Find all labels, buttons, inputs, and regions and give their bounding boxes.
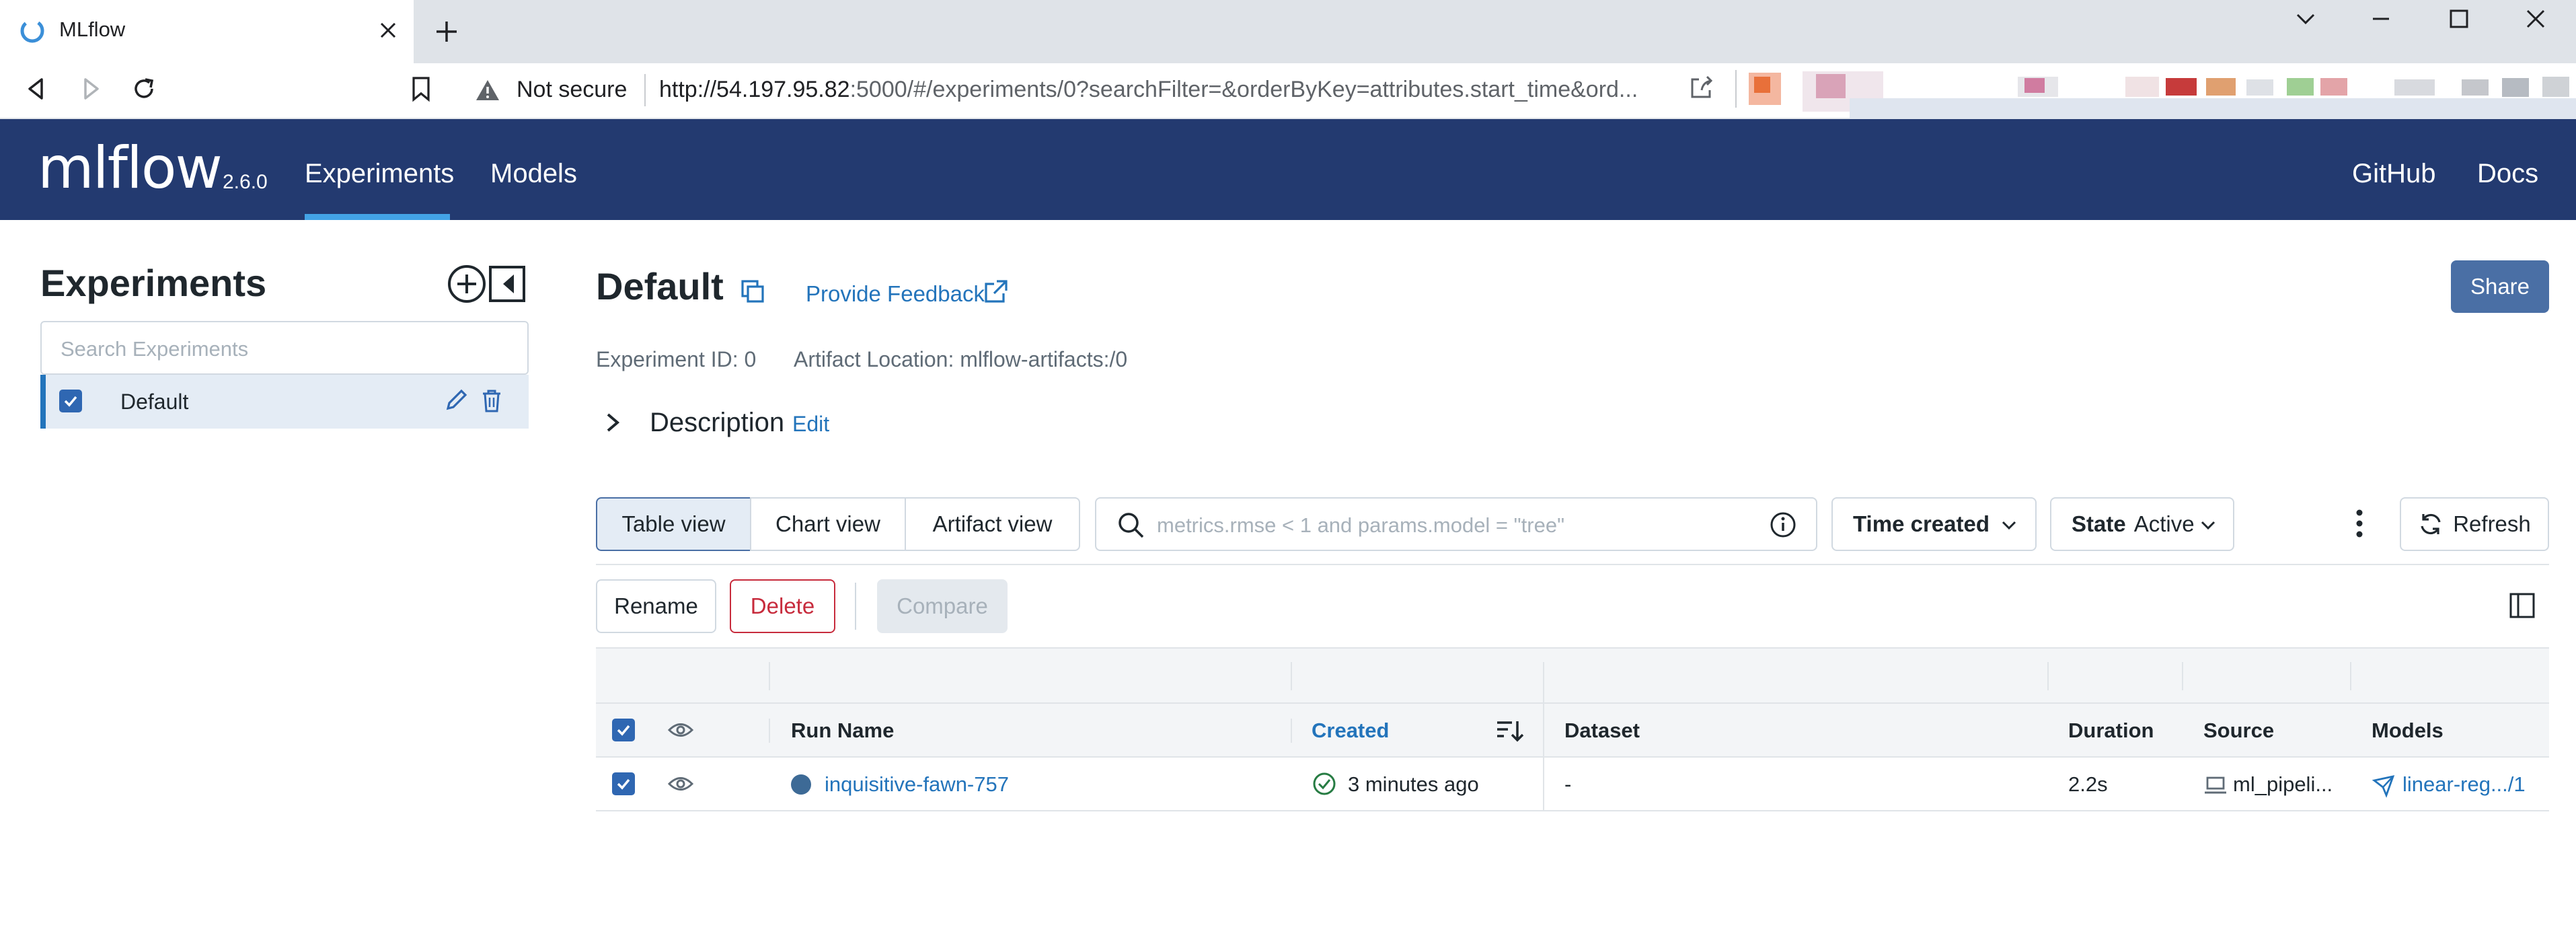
create-experiment-icon[interactable]: [447, 264, 487, 304]
visibility-toggle-all-icon[interactable]: [667, 720, 694, 740]
address-bar[interactable]: Not secure http://54.197.95.82:5000/#/ex…: [457, 65, 1749, 117]
nav-docs[interactable]: Docs: [2477, 159, 2538, 189]
runs-table: Run Name Created Dataset Duration Source…: [596, 647, 2549, 811]
state-dropdown[interactable]: State Active: [2050, 497, 2234, 551]
toggle-panel-icon[interactable]: [2509, 592, 2536, 619]
experiment-id: Experiment ID: 0: [596, 347, 757, 371]
url-text: http://54.197.95.82:5000/#/experiments/0…: [659, 77, 1638, 102]
search-icon: [1116, 511, 1145, 539]
nav-experiments[interactable]: Experiments: [305, 159, 454, 189]
sidebar-item-label: Default: [120, 390, 189, 414]
experiment-title: Default: [596, 265, 724, 307]
new-tab-icon[interactable]: [434, 19, 459, 44]
copy-experiment-icon[interactable]: [740, 279, 765, 304]
col-separator[interactable]: [2047, 662, 2049, 690]
bookmark-icon[interactable]: [410, 75, 432, 102]
chevron-down-icon: [2201, 521, 2215, 530]
run-color-dot[interactable]: [791, 774, 811, 795]
mlflow-logo[interactable]: mlflow: [38, 135, 223, 202]
security-label: Not secure: [517, 77, 628, 102]
artifact-location: Artifact Location: mlflow-artifacts:/0: [794, 347, 1128, 371]
nav-github[interactable]: GitHub: [2352, 159, 2436, 189]
delete-button[interactable]: Delete: [730, 579, 835, 633]
model-link[interactable]: linear-reg.../1: [2402, 772, 2526, 797]
visibility-toggle-icon[interactable]: [667, 774, 694, 794]
model-icon: [2372, 774, 2396, 798]
search-experiments-input[interactable]: Search Experiments: [40, 321, 529, 375]
sidebar-item-default[interactable]: Default: [40, 375, 529, 429]
source-cell[interactable]: ml_pipeli...: [2233, 772, 2333, 797]
extensions-area: [1749, 67, 2576, 121]
created-time: 3 minutes ago: [1348, 772, 1479, 796]
col-header-run-name[interactable]: Run Name: [791, 719, 894, 743]
col-header-source[interactable]: Source: [2203, 719, 2274, 743]
sort-descending-icon[interactable]: [1494, 717, 1524, 744]
col-separator[interactable]: [2182, 662, 2183, 690]
delete-experiment-icon[interactable]: [480, 388, 503, 414]
nav-models[interactable]: Models: [490, 159, 577, 189]
select-all-checkbox[interactable]: [612, 719, 635, 741]
edit-experiment-icon[interactable]: [443, 387, 469, 414]
col-header-dataset[interactable]: Dataset: [1564, 719, 1640, 743]
share-page-icon[interactable]: [1688, 74, 1715, 101]
description-label: Description: [650, 408, 785, 437]
close-tab-icon[interactable]: [378, 20, 398, 40]
button-divider: [855, 583, 856, 630]
run-search-input[interactable]: metrics.rmse < 1 and params.model = "tre…: [1095, 497, 1817, 551]
table-group-header: [596, 649, 2549, 704]
tab-chart-view[interactable]: Chart view: [750, 497, 906, 551]
rename-button[interactable]: Rename: [596, 579, 716, 633]
external-link-icon: [982, 279, 1009, 305]
tab-search-chevron-icon[interactable]: [2294, 7, 2318, 31]
address-divider: [644, 74, 646, 106]
col-separator[interactable]: [769, 662, 770, 690]
mlflow-favicon-icon: [20, 19, 44, 43]
tab-artifact-view[interactable]: Artifact view: [905, 497, 1080, 551]
collapse-sidebar-icon[interactable]: [488, 265, 526, 303]
col-separator[interactable]: [1291, 719, 1292, 743]
refresh-button[interactable]: Refresh: [2400, 497, 2549, 551]
maximize-icon[interactable]: [2447, 7, 2471, 31]
reload-icon[interactable]: [129, 74, 159, 104]
minimize-icon[interactable]: [2369, 7, 2393, 31]
info-icon[interactable]: [1769, 511, 1797, 539]
close-window-icon[interactable]: [2524, 7, 2548, 31]
table-header-row: Run Name Created Dataset Duration Source…: [596, 704, 2549, 758]
experiment-checkbox[interactable]: [59, 390, 82, 412]
more-options-icon[interactable]: [2347, 506, 2372, 541]
compare-button[interactable]: Compare: [877, 579, 1008, 633]
warning-icon: [475, 78, 500, 102]
col-separator[interactable]: [1543, 662, 1544, 811]
row-checkbox[interactable]: [612, 772, 635, 795]
toolbar-divider: [1735, 70, 1737, 108]
col-header-created[interactable]: Created: [1312, 719, 1389, 743]
browser-tab[interactable]: MLflow: [0, 0, 414, 63]
edit-description-link[interactable]: Edit: [792, 412, 829, 437]
back-icon[interactable]: [23, 75, 50, 102]
browser-tab-title: MLflow: [59, 17, 126, 41]
tab-table-view[interactable]: Table view: [596, 497, 751, 551]
col-separator[interactable]: [769, 719, 770, 743]
version-label: 2.6.0: [223, 171, 268, 193]
col-separator[interactable]: [1291, 662, 1292, 690]
forward-icon[interactable]: [77, 75, 104, 102]
col-header-models[interactable]: Models: [2372, 719, 2444, 743]
provide-feedback-link[interactable]: Provide Feedback: [806, 281, 985, 307]
expand-description-icon[interactable]: [603, 410, 623, 435]
table-row[interactable]: inquisitive-fawn-757 3 minutes ago - 2.2…: [596, 758, 2549, 811]
refresh-icon: [2421, 513, 2441, 535]
nav-active-indicator: [305, 214, 450, 220]
chevron-down-icon: [2002, 521, 2016, 530]
toolbar-divider: [596, 564, 2549, 565]
duration-cell: 2.2s: [2068, 772, 2108, 796]
share-button[interactable]: Share: [2451, 260, 2549, 313]
sort-dropdown[interactable]: Time created: [1831, 497, 2037, 551]
col-header-duration[interactable]: Duration: [2068, 719, 2154, 743]
col-separator[interactable]: [2350, 662, 2351, 690]
status-success-icon: [1312, 771, 1337, 797]
run-name-link[interactable]: inquisitive-fawn-757: [825, 772, 1009, 797]
dataset-cell: -: [1564, 772, 1572, 796]
sidebar-title: Experiments: [40, 262, 267, 304]
laptop-icon: [2203, 775, 2228, 795]
